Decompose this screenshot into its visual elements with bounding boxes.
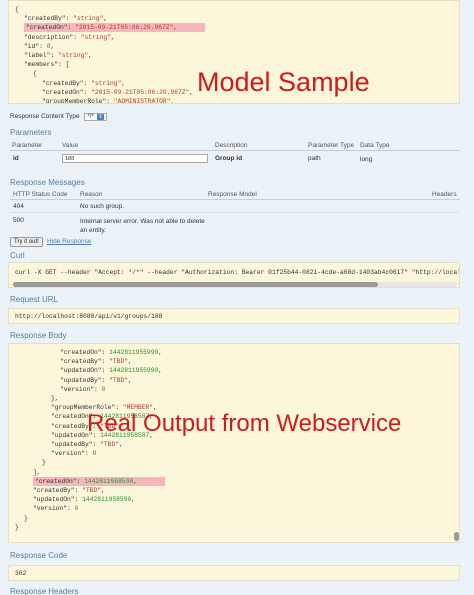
select-arrow-icon: ⇕ xyxy=(97,114,104,120)
param-description: Group id xyxy=(215,155,243,162)
parameters-title: Parameters xyxy=(10,128,52,137)
response-messages-header-row: HTTP Status Code Reason Response Model H… xyxy=(10,191,460,200)
code-line: }, xyxy=(51,395,59,403)
rm-header-headers: Headers xyxy=(432,191,457,198)
parameters-header-row: Parameter Value Description Parameter Ty… xyxy=(10,142,460,151)
code-line: "createdOn": 1442811955990, xyxy=(60,349,163,356)
code-line: } xyxy=(42,459,46,467)
code-line: ], xyxy=(33,468,41,476)
rm-header-code: HTTP Status Code xyxy=(13,191,68,198)
code-line: "version": 0 xyxy=(51,450,97,458)
code-line: "groupMemberRole": "ADMINISTRATOR", xyxy=(42,98,175,104)
code-line: "createdOn": 1442811958590, xyxy=(15,476,453,486)
param-data-type: long xyxy=(360,156,373,163)
model-sample-box[interactable]: { "createdBy": "string", "createdOn": "201… xyxy=(8,0,460,104)
response-content-type-label: Response Content Type xyxy=(10,113,80,120)
curl-scrollbar-thumb[interactable] xyxy=(13,282,378,287)
response-content-type: Response Content Type */* ⇕ xyxy=(10,113,107,121)
response-content-type-select[interactable]: */* ⇕ xyxy=(84,113,107,121)
code-line: "description": "string", xyxy=(24,33,115,41)
response-message-row: 404 No such group. xyxy=(10,201,460,213)
code-line: "version": 0 xyxy=(33,505,79,513)
curl-command: curl -X GET --header "Accept: */*" --hea… xyxy=(15,269,460,276)
response-body-scrollbar-thumb[interactable] xyxy=(454,532,459,541)
param-header-value: Value xyxy=(62,142,79,149)
try-it-out-button[interactable]: Try it out! xyxy=(10,237,43,247)
curl-title: Curl xyxy=(10,251,25,260)
param-name: id xyxy=(13,155,19,162)
response-message-row: 500 Internal server error. Was not able … xyxy=(13,217,205,234)
model-sample-overlay: Model Sample xyxy=(197,67,370,97)
parameter-row: id 188 Group id path long xyxy=(10,153,460,165)
response-body-box[interactable]: "createdOn": 1442811955990, "createdBy": … xyxy=(8,343,460,543)
request-url-value: http://localhost:8080/api/v1/groups/188 xyxy=(15,313,163,320)
code-line: "label": "string", xyxy=(24,52,93,60)
code-line: "createdOn": "2015-09-21T05:06:20.967Z", xyxy=(15,23,453,33)
response-code-box: 302 xyxy=(8,565,460,581)
response-body-scrollbar[interactable] xyxy=(454,346,459,542)
code-line: "updatedBy": "TBD", xyxy=(60,376,132,384)
code-line: "updatedOn": 1442811955990, xyxy=(60,367,163,375)
response-body-title: Response Body xyxy=(10,331,67,340)
curl-box[interactable]: curl -X GET --header "Accept: */*" --hea… xyxy=(8,262,460,288)
response-messages-title: Response Messages xyxy=(10,178,85,187)
code-line: "updatedBy": "TBD", xyxy=(51,441,123,449)
request-url-box: http://localhost:8080/api/v1/groups/188 xyxy=(8,308,460,324)
curl-scrollbar[interactable] xyxy=(13,282,457,287)
param-header-data-type: Data Type xyxy=(360,142,390,149)
code-line: "version": 0 xyxy=(60,385,106,393)
hide-response-link[interactable]: Hide Response xyxy=(47,238,91,245)
rm-header-model: Response Model xyxy=(208,191,257,198)
rm-header-reason: Reason xyxy=(80,191,103,198)
response-code-title: Response Code xyxy=(10,551,68,560)
request-url-title: Request URL xyxy=(10,295,59,304)
highlighted-field: "createdOn": "2015-09-21T05:06:20.967Z", xyxy=(24,23,206,33)
code-line: { xyxy=(15,6,19,13)
param-type: path xyxy=(308,155,321,162)
response-code-value: 302 xyxy=(15,570,27,577)
param-header-description: Description xyxy=(215,142,248,149)
code-line: "createdBy": "TBD", xyxy=(33,487,105,495)
code-line: "id": 0, xyxy=(24,42,55,50)
code-line: "createdBy": "string", xyxy=(24,15,108,23)
response-body-overlay: Real Output from Webservice xyxy=(87,410,402,437)
param-header-type: Parameter Type xyxy=(308,142,355,149)
code-line: "updatedOn": 1442811958590, xyxy=(33,496,136,504)
highlighted-field: "createdOn": 1442811958590, xyxy=(33,476,166,486)
param-value-input[interactable]: 188 xyxy=(62,154,208,163)
param-header-parameter: Parameter xyxy=(12,142,43,149)
code-line: "createdBy": "TBD", xyxy=(60,358,132,366)
response-body-code: "createdOn": 1442811955990, "createdBy": … xyxy=(9,344,459,536)
response-headers-title: Response Headers xyxy=(10,587,79,595)
code-line: } xyxy=(15,523,19,531)
code-line: } xyxy=(24,514,28,522)
